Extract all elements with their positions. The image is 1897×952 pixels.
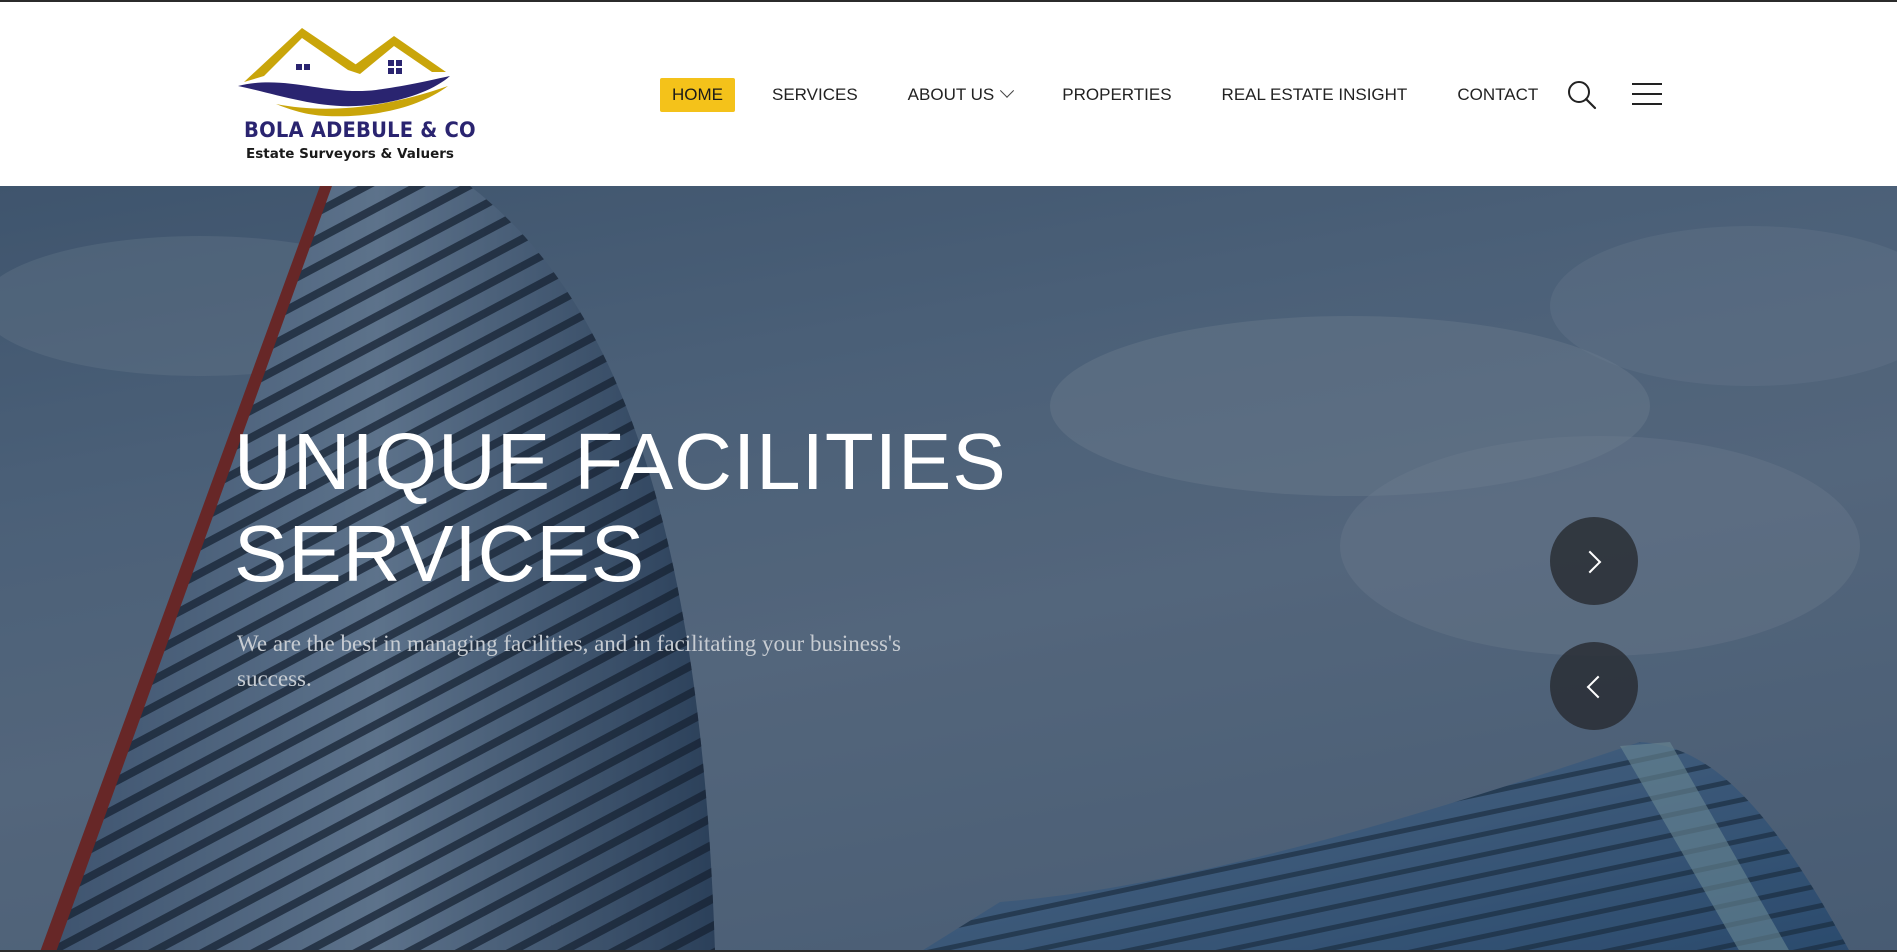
nav-services-label: SERVICES (772, 85, 858, 104)
brand-tagline: Estate Surveyors & Valuers (246, 146, 454, 162)
hero-slider: UNIQUE FACILITIES SERVICES We are the be… (0, 186, 1897, 952)
nav-real-estate-insight[interactable]: REAL ESTATE INSIGHT (1222, 78, 1408, 112)
brand-name: BOLA ADEBULE & CO (244, 118, 476, 142)
nav-contact-label: CONTACT (1457, 85, 1539, 104)
nav-properties[interactable]: PROPERTIES (1062, 78, 1171, 112)
nav-services[interactable]: SERVICES (772, 78, 858, 112)
slider-next-button[interactable] (1550, 517, 1638, 605)
nav-home-label: HOME (672, 85, 723, 104)
hero-title: UNIQUE FACILITIES SERVICES (234, 416, 1034, 600)
chevron-left-icon (1586, 675, 1610, 699)
nav-about-us-label: ABOUT US (907, 85, 995, 104)
nav-real-estate-insight-label: REAL ESTATE INSIGHT (1221, 85, 1408, 104)
hero-title-line1: UNIQUE FACILITIES (234, 417, 1007, 506)
brand-logo[interactable]: BOLA ADEBULE & CO Estate Surveyors & Val… (236, 24, 476, 166)
search-icon[interactable] (1567, 80, 1597, 110)
site-header: BOLA ADEBULE & CO Estate Surveyors & Val… (0, 2, 1897, 186)
nav-properties-label: PROPERTIES (1062, 85, 1172, 104)
nav-home[interactable]: HOME (660, 78, 735, 112)
main-nav: HOME SERVICES ABOUT US PROPERTIES REAL E… (660, 78, 1538, 112)
logo-roofs-icon (238, 28, 450, 117)
nav-about-us[interactable]: ABOUT US (907, 78, 1015, 112)
slider-prev-button[interactable] (1550, 642, 1638, 730)
chevron-down-icon (1000, 83, 1015, 98)
chevron-right-icon (1578, 550, 1602, 574)
hero-subtitle: We are the best in managing facilities, … (237, 631, 902, 691)
hero-title-line2: SERVICES (234, 509, 646, 598)
nav-contact[interactable]: CONTACT (1457, 78, 1538, 112)
hamburger-menu-icon[interactable] (1632, 83, 1662, 107)
